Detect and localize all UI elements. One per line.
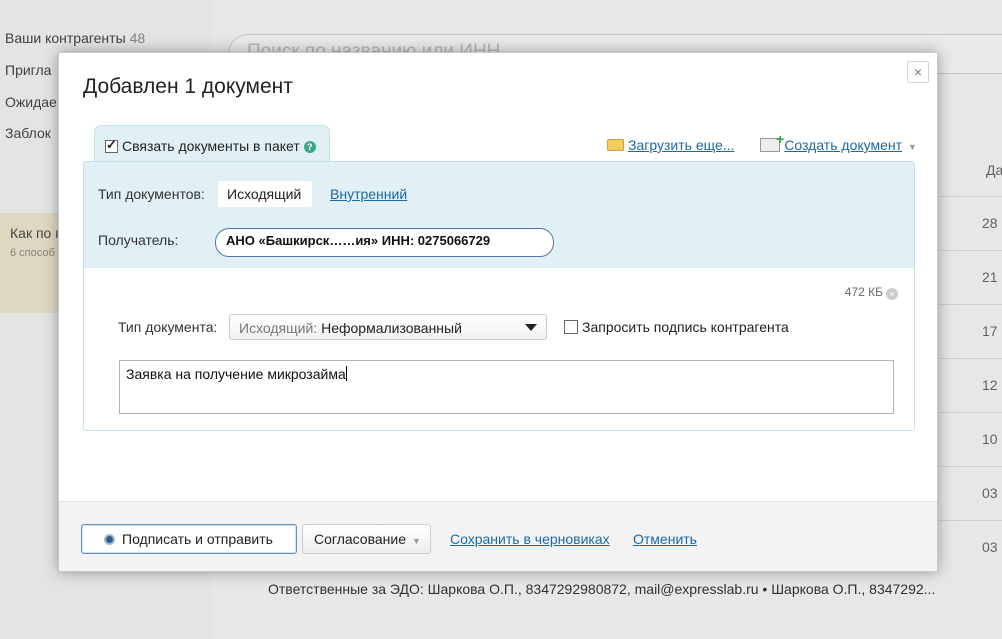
approval-button[interactable]: Согласование ▼	[302, 524, 431, 554]
dialog-title: Добавлен 1 документ	[83, 75, 293, 98]
file-size: 472 КБ ×	[845, 285, 898, 300]
close-button[interactable]: ×	[907, 61, 929, 83]
dropdown-arrow-icon	[525, 324, 537, 331]
package-panel: Тип документов: Исходящий Внутренний Пол…	[83, 161, 915, 431]
link-package-label: Связать документы в пакет	[122, 138, 300, 154]
document-add-icon	[760, 131, 784, 152]
link-package-checkbox[interactable]	[105, 137, 118, 153]
remove-file-icon[interactable]: ×	[886, 288, 898, 300]
doc-type-internal[interactable]: Внутренний	[330, 186, 407, 202]
signature-medal-icon	[104, 534, 115, 545]
save-drafts-link[interactable]: Сохранить в черновиках	[450, 531, 610, 547]
document-comment-field[interactable]: Заявка на получение микрозайма	[119, 360, 894, 414]
create-document-link[interactable]: Создать документ	[784, 137, 902, 153]
chevron-down-icon: ▼	[412, 536, 421, 546]
recipient-field[interactable]: АНО «Башкирск……ия» ИНН: 0275066729	[215, 228, 554, 257]
sign-and-send-button[interactable]: Подписать и отправить	[81, 524, 297, 554]
doc-type-value: Неформализованный	[321, 320, 462, 336]
document-comment-text: Заявка на получение микрозайма	[126, 366, 346, 382]
request-signature-checkbox[interactable]	[564, 320, 578, 334]
cancel-link[interactable]: Отменить	[633, 531, 697, 547]
upload-more-link[interactable]: Загрузить еще...	[628, 137, 734, 153]
tab-link-package[interactable]: Связать документы в пакет?	[94, 125, 330, 163]
recipient-label: Получатель:	[98, 232, 179, 248]
text-cursor	[345, 366, 347, 381]
request-signature-option[interactable]: Запросить подпись контрагента	[564, 319, 789, 335]
file-size-value: 472 КБ	[844, 285, 883, 299]
sign-and-send-label: Подписать и отправить	[122, 531, 273, 547]
doc-type-prefix: Исходящий:	[239, 320, 318, 336]
package-header: Тип документов: Исходящий Внутренний Пол…	[84, 162, 914, 268]
approval-label: Согласование	[314, 531, 406, 547]
request-signature-label: Запросить подпись контрагента	[582, 319, 789, 335]
add-document-dialog: Добавлен 1 документ × Связать документы …	[58, 52, 938, 572]
doc-types-label: Тип документов:	[98, 186, 205, 202]
dialog-footer: Подписать и отправить Согласование ▼ Сохр…	[59, 501, 937, 571]
doc-type-label: Тип документа:	[118, 319, 218, 335]
doc-type-select[interactable]: Исходящий: Неформализованный	[229, 314, 547, 340]
help-icon[interactable]: ?	[303, 141, 316, 153]
doc-type-outgoing[interactable]: Исходящий	[218, 181, 312, 207]
chevron-down-icon[interactable]: ▼	[908, 142, 917, 152]
folder-icon	[607, 139, 624, 151]
package-actions: Загрузить еще... Создать документ ▼	[607, 131, 917, 153]
